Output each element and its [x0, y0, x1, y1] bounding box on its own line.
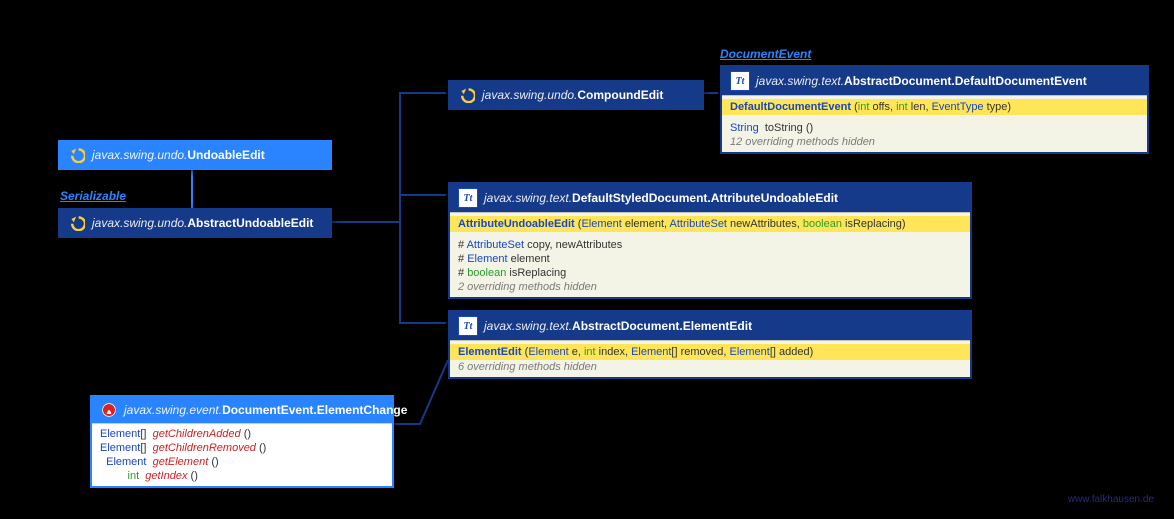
super-label-documentevent[interactable]: DocumentEvent	[720, 47, 811, 61]
field: # Element element	[458, 252, 962, 266]
pkg: javax.swing.event.	[124, 403, 222, 417]
undo-arrow-icon	[68, 214, 86, 232]
constructor: ElementEdit (Element e, int index, Eleme…	[450, 344, 970, 360]
hidden-note: 6 overriding methods hidden	[458, 360, 962, 374]
undo-arrow-icon	[458, 86, 476, 104]
hidden-note: 12 overriding methods hidden	[730, 135, 1139, 149]
text-type-icon: Tt	[458, 316, 478, 336]
pkg: javax.swing.undo.	[482, 88, 577, 102]
classname: UndoableEdit	[187, 148, 264, 162]
class-undoableedit[interactable]: javax.swing.undo.UndoableEdit	[58, 140, 332, 170]
classname: DefaultStyledDocument.AttributeUndoableE…	[572, 191, 838, 205]
method: Element getElement ()	[100, 455, 384, 469]
classname: AbstractUndoableEdit	[187, 216, 313, 230]
pkg: javax.swing.undo.	[92, 148, 187, 162]
super-label-serializable[interactable]: Serializable	[60, 189, 126, 203]
method: Element[] getChildrenRemoved ()	[100, 441, 384, 455]
constructor: AttributeUndoableEdit (Element element, …	[450, 216, 970, 232]
class-abstractundoableedit[interactable]: javax.swing.undo.AbstractUndoableEdit	[58, 208, 332, 238]
class-defaultdocumentevent[interactable]: Tt javax.swing.text.AbstractDocument.Def…	[720, 65, 1149, 154]
event-ball-icon	[100, 401, 118, 419]
pkg: javax.swing.text.	[484, 319, 572, 333]
classname: AbstractDocument.ElementEdit	[572, 319, 752, 333]
pkg: javax.swing.undo.	[92, 216, 187, 230]
text-type-icon: Tt	[458, 188, 478, 208]
method: Element[] getChildrenAdded ()	[100, 427, 384, 441]
pkg: javax.swing.text.	[484, 191, 572, 205]
pkg: javax.swing.text.	[756, 74, 844, 88]
classname: DocumentEvent.ElementChange	[222, 403, 407, 417]
hidden-note: 2 overriding methods hidden	[458, 280, 962, 294]
field: # boolean isReplacing	[458, 266, 962, 280]
class-elementedit[interactable]: Tt javax.swing.text.AbstractDocument.Ele…	[448, 310, 972, 379]
text-type-icon: Tt	[730, 71, 750, 91]
field: # AttributeSet copy, newAttributes	[458, 238, 962, 252]
classname: CompoundEdit	[577, 88, 663, 102]
method-tostring: String toString ()	[730, 121, 1139, 135]
footer-link[interactable]: www.falkhausen.de	[1068, 494, 1154, 505]
method: int getIndex ()	[100, 469, 384, 483]
constructor: DefaultDocumentEvent (int offs, int len,…	[722, 99, 1147, 115]
class-attributeundoableedit[interactable]: Tt javax.swing.text.DefaultStyledDocumen…	[448, 182, 972, 299]
class-compoundedit[interactable]: javax.swing.undo.CompoundEdit	[448, 80, 704, 110]
undo-arrow-icon	[68, 146, 86, 164]
classname: AbstractDocument.DefaultDocumentEvent	[844, 74, 1087, 88]
class-elementchange[interactable]: javax.swing.event.DocumentEvent.ElementC…	[90, 395, 394, 488]
